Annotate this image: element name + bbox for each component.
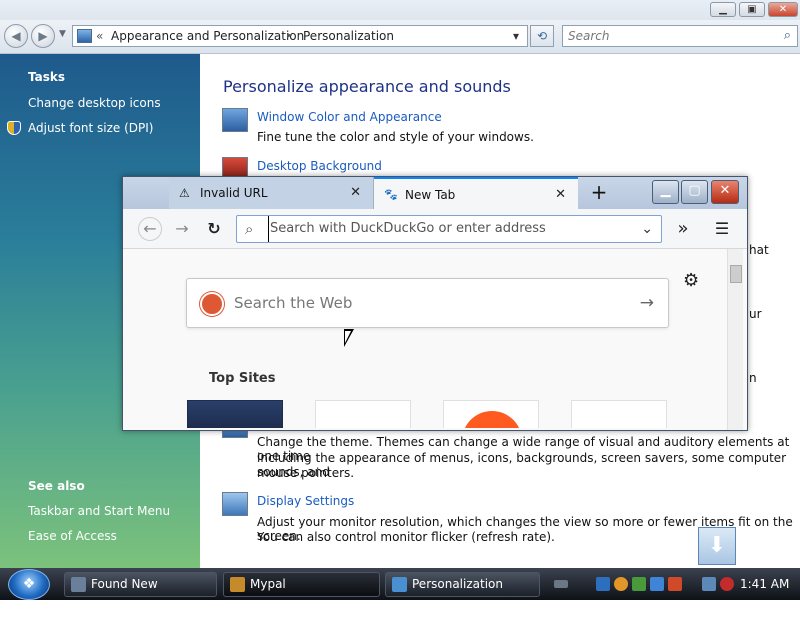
tray-icon[interactable]	[632, 577, 646, 591]
tab-strip: ⚠ Invalid URL ✕ 🐾 New Tab ✕ + ▁ ▢ ✕	[123, 177, 747, 209]
tab-title: New Tab	[405, 188, 456, 202]
desc-peek-3: n	[749, 371, 757, 385]
forward-button[interactable]: ▶	[31, 24, 55, 48]
minimize-button[interactable]: ▁	[710, 2, 736, 17]
page-title: Personalize appearance and sounds	[223, 77, 511, 96]
uac-shield-icon	[7, 121, 21, 135]
sidebar-link-adjust-font-size[interactable]: Adjust font size (DPI)	[28, 121, 153, 135]
cp-navbar: ◀ ▶ ▼ « Appearance and Personalization ▸…	[0, 20, 800, 54]
warning-icon: ⚠	[179, 186, 190, 200]
forward-button[interactable]: →	[171, 218, 193, 240]
tab-invalid-url[interactable]: ⚠ Invalid URL ✕	[169, 177, 374, 209]
breadcrumb-appearance[interactable]: Appearance and Personalization	[111, 26, 304, 46]
cp-titlebar: ▁ ▣ ✕	[0, 0, 800, 20]
close-button[interactable]: ✕	[768, 2, 798, 17]
sidebar-link-taskbar[interactable]: Taskbar and Start Menu	[28, 504, 170, 518]
mouse-cursor-fill	[345, 331, 351, 343]
menu-icon[interactable]: ☰	[711, 218, 733, 240]
ff-maximize-button[interactable]: ▢	[681, 180, 708, 204]
hardware-icon	[71, 577, 86, 592]
search-icon[interactable]: ⌕	[784, 26, 791, 46]
top-site-tile[interactable]	[443, 400, 539, 428]
duckduckgo-logo-icon	[200, 292, 224, 316]
nav-toolbar: ← → ↻ ⌕ Search with DuckDuckGo or enter …	[123, 209, 747, 249]
desc-theme-line3: mouse pointers.	[257, 466, 355, 480]
taskbar-item-label: Mypal	[250, 577, 286, 591]
desc-peek-1: hat	[749, 243, 769, 257]
tray-icon[interactable]	[596, 577, 610, 591]
top-site-tile[interactable]	[315, 400, 411, 428]
scrollbar-thumb[interactable]	[730, 265, 742, 283]
link-window-color[interactable]: Window Color and Appearance	[257, 110, 442, 124]
search-placeholder: Search	[568, 29, 610, 43]
top-site-tile[interactable]	[571, 400, 667, 428]
tab-title: Invalid URL	[200, 186, 268, 200]
sidebar-link-change-desktop-icons[interactable]: Change desktop icons	[28, 96, 161, 110]
address-chevron[interactable]: «	[96, 26, 103, 46]
taskbar-item-label: Found New Hardwa...	[91, 577, 158, 614]
personalization-icon	[392, 577, 407, 592]
breadcrumb-separator-icon[interactable]: ▸	[287, 26, 292, 46]
maximize-button[interactable]: ▣	[739, 2, 765, 17]
desc-window-color: Fine tune the color and style of your wi…	[257, 130, 534, 144]
reload-button[interactable]: ↻	[203, 218, 225, 240]
settings-gear-icon[interactable]: ⚙	[683, 270, 699, 291]
taskbar-item-found-new-hardware[interactable]: Found New Hardwa...	[64, 572, 217, 614]
scrollbar[interactable]	[727, 249, 743, 430]
overflow-icon[interactable]: »	[672, 218, 694, 240]
mypal-icon	[230, 577, 245, 592]
browser-window: ⚠ Invalid URL ✕ 🐾 New Tab ✕ + ▁ ▢ ✕ ← → …	[122, 176, 748, 431]
tray-icon[interactable]	[668, 577, 682, 591]
taskbar-item-mypal[interactable]: Mypal	[223, 572, 380, 597]
new-tab-button[interactable]: +	[584, 177, 614, 209]
back-button[interactable]: ◀	[4, 24, 28, 48]
new-tab-page: Search the Web → ⚙ Top Sites	[123, 249, 747, 430]
display-settings-icon[interactable]	[222, 492, 248, 516]
breadcrumb-personalization[interactable]: Personalization	[303, 26, 394, 46]
start-button[interactable]: ❖	[8, 569, 50, 600]
sidebar-link-ease-of-access[interactable]: Ease of Access	[28, 529, 117, 543]
desc-peek-2: ur	[749, 307, 762, 321]
ddg-placeholder: Search the Web	[234, 294, 353, 312]
control-panel-icon	[77, 29, 92, 43]
search-input[interactable]: Search ⌕	[562, 25, 798, 47]
url-dropdown-icon[interactable]: ⌄	[641, 216, 653, 242]
search-icon: ⌕	[245, 220, 254, 238]
ff-minimize-button[interactable]: ▁	[652, 180, 679, 204]
recent-pages-icon[interactable]: ▼	[59, 29, 66, 39]
taskbar-item-personalization[interactable]: Personalization	[385, 572, 540, 597]
back-button[interactable]: ←	[138, 217, 162, 241]
tray-icon[interactable]	[650, 577, 664, 591]
desc-display-line2: You can also control monitor flicker (re…	[257, 530, 555, 544]
refresh-button[interactable]: ⟲	[530, 25, 554, 47]
link-desktop-background[interactable]: Desktop Background	[257, 159, 382, 173]
url-bar[interactable]: ⌕ Search with DuckDuckGo or enter addres…	[236, 215, 662, 243]
top-sites-heading: Top Sites	[209, 371, 276, 386]
close-tab-icon[interactable]: ✕	[350, 177, 361, 209]
taskbar-item-label: Personalization	[412, 577, 503, 591]
clock[interactable]: 1:41 AM	[740, 572, 789, 597]
search-go-icon[interactable]: →	[640, 279, 654, 327]
url-placeholder: Search with DuckDuckGo or enter address	[268, 216, 546, 242]
ddg-tab-icon: 🐾	[384, 188, 398, 201]
window-color-icon[interactable]	[222, 108, 248, 132]
link-display-settings[interactable]: Display Settings	[257, 494, 354, 508]
close-tab-icon[interactable]: ✕	[555, 179, 566, 211]
down-arrow-icon[interactable]: ⬇	[698, 527, 736, 565]
keyboard-icon[interactable]	[554, 580, 568, 588]
tasks-heading: Tasks	[28, 70, 66, 84]
network-icon[interactable]	[702, 577, 716, 591]
see-also-heading: See also	[28, 479, 85, 493]
address-bar[interactable]: « Appearance and Personalization ▸ Perso…	[72, 25, 528, 47]
ddg-search-box[interactable]: Search the Web →	[186, 278, 669, 328]
volume-muted-icon[interactable]	[720, 577, 734, 591]
ff-close-button[interactable]: ✕	[711, 180, 739, 204]
address-dropdown-icon[interactable]: ▾	[513, 26, 519, 46]
search-tray-icon[interactable]	[614, 577, 628, 591]
top-site-tile[interactable]	[187, 400, 283, 428]
tab-new-tab[interactable]: 🐾 New Tab ✕	[374, 177, 578, 209]
